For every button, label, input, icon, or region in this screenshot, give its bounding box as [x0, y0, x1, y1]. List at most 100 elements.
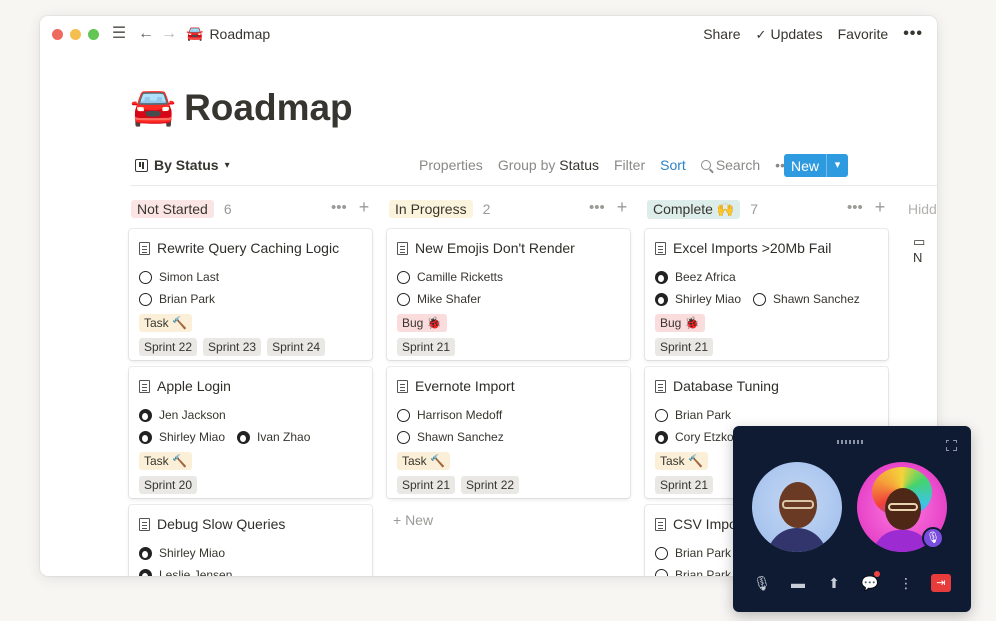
forward-arrow-icon[interactable]: → [160, 25, 178, 43]
drag-handle-icon[interactable] [837, 440, 863, 444]
status-badge[interactable]: Not Started [131, 200, 214, 218]
card-title-text: Rewrite Query Caching Logic [157, 240, 340, 256]
sprint-row: Sprint 21 [655, 336, 878, 358]
camera-icon[interactable]: ▬ [787, 574, 809, 592]
person-name: Brian Park [159, 292, 216, 306]
column-count: 6 [223, 201, 232, 217]
board-card[interactable]: Excel Imports >20Mb Fail Beez Africa Shi… [645, 229, 888, 360]
group-by-button[interactable]: Group by Status [498, 157, 599, 173]
assignee-row: Shirley Miao [139, 542, 362, 564]
new-card-button[interactable]: + New [393, 512, 433, 528]
assignee-row: Mike Shafer [397, 288, 620, 310]
minimize-window-button[interactable] [70, 29, 81, 40]
mic-icon[interactable]: 🎙 [751, 574, 773, 592]
close-window-button[interactable] [52, 29, 63, 40]
page-title[interactable]: 🚘 Roadmap [130, 86, 353, 129]
person: Mike Shafer [397, 292, 481, 306]
add-card-icon[interactable]: + [617, 198, 628, 216]
group-by-label: Group by [497, 157, 556, 173]
page-icon [655, 241, 666, 255]
avatar [139, 292, 152, 306]
card-title: Database Tuning [655, 377, 878, 395]
person: Shirley Miao [655, 292, 741, 306]
hidden-columns-header[interactable]: Hidde [908, 201, 937, 217]
card-title-text: Apple Login [157, 378, 231, 394]
board-card[interactable]: Rewrite Query Caching Logic Simon Last B… [129, 229, 372, 360]
share-button[interactable]: Share [703, 26, 740, 42]
sprint-row: Sprint 20 [139, 474, 362, 496]
view-selector[interactable]: By Status ▾ [135, 157, 230, 173]
status-badge[interactable]: Complete 🙌 [647, 199, 741, 219]
assignee-row: Harrison Medoff [397, 404, 620, 426]
menu-icon[interactable]: ☰ [110, 25, 128, 43]
card-title: Apple Login [139, 377, 362, 395]
new-button[interactable]: New ▾ [784, 154, 848, 177]
assignee-row: Brian Park [655, 404, 878, 426]
top-actions: Share ✓ Updates Favorite ••• [703, 25, 923, 43]
page-icon [139, 241, 150, 255]
back-arrow-icon[interactable]: ← [137, 25, 155, 43]
person-name: Ivan Zhao [257, 430, 311, 444]
notification-dot [874, 571, 880, 577]
video-call-panel[interactable]: 🎙 🎙 ▬ ⬆ 💬 ⋮ ⇥ [733, 426, 971, 612]
column-actions: ••• + [847, 198, 886, 216]
avatar-body [767, 528, 827, 552]
type-tag: Task 🔨 [139, 452, 192, 470]
database-toolbar: By Status ▾ Properties Group by Status F… [135, 154, 937, 179]
person: Shirley Miao [139, 430, 225, 444]
board-card[interactable]: New Emojis Don't Render Camille Ricketts… [387, 229, 630, 360]
breadcrumb[interactable]: 🚘 Roadmap [186, 25, 270, 42]
person: Shawn Sanchez [397, 430, 504, 444]
call-controls: 🎙 ▬ ⬆ 💬 ⋮ ⇥ [751, 571, 951, 592]
more-icon[interactable]: ⋮ [895, 574, 917, 592]
column-count: 7 [750, 201, 759, 217]
status-badge[interactable]: In Progress [389, 200, 473, 218]
updates-label: Updates [770, 25, 823, 42]
person-name: Brian Park [675, 546, 732, 560]
inbox-icon: ▭ [913, 234, 926, 249]
board-card[interactable]: Apple Login Jen Jackson Shirley Miao Iva… [129, 367, 372, 498]
more-options-icon[interactable]: ••• [589, 199, 605, 216]
more-options-icon[interactable]: ••• [331, 199, 347, 216]
sort-button[interactable]: Sort [660, 157, 686, 173]
screen-share-icon[interactable]: ⬆ [823, 574, 845, 592]
properties-button[interactable]: Properties [419, 157, 483, 173]
expand-icon[interactable] [944, 438, 958, 452]
page-icon [655, 517, 666, 531]
person-name: Mike Shafer [417, 292, 482, 306]
page-icon [139, 379, 150, 393]
search-icon [700, 160, 711, 170]
hidden-column-item[interactable]: ▭ N [913, 234, 937, 265]
search-label: Search [715, 157, 761, 173]
car-icon: 🚘 [186, 25, 204, 41]
more-options-icon[interactable]: ••• [847, 199, 863, 216]
maximize-window-button[interactable] [88, 29, 99, 40]
board-card[interactable]: Evernote Import Harrison Medoff Shawn Sa… [387, 367, 630, 498]
person-name: Shirley Miao [675, 292, 742, 306]
card-title: Debug Slow Queries [139, 515, 362, 533]
more-options-button[interactable]: ••• [903, 25, 923, 43]
chevron-down-icon[interactable]: ▾ [826, 154, 848, 177]
sprint-tag: Sprint 24 [267, 338, 326, 356]
column-header-not-started: Not Started 6 [131, 199, 232, 219]
person-name: Jen Jackson [159, 408, 226, 422]
person: Cory Etzko [655, 430, 734, 444]
top-bar: ☰ ← → 🚘 Roadmap Share ✓ Updates Favorite … [40, 16, 937, 52]
column-count: 2 [482, 201, 491, 217]
add-card-icon[interactable]: + [359, 198, 370, 216]
chat-icon[interactable]: 💬 [859, 571, 881, 592]
board-card[interactable]: Debug Slow Queries Shirley Miao Leslie J… [129, 505, 372, 576]
filter-button[interactable]: Filter [614, 157, 645, 173]
updates-button[interactable]: ✓ Updates [756, 26, 823, 43]
avatar [655, 270, 668, 284]
avatar [139, 270, 152, 284]
add-card-icon[interactable]: + [875, 198, 886, 216]
assignee-row: Leslie Jensen [139, 564, 362, 576]
avatar [139, 430, 152, 444]
search-button[interactable]: Search [700, 157, 761, 173]
favorite-button[interactable]: Favorite [838, 26, 889, 42]
leave-call-icon[interactable]: ⇥ [931, 574, 951, 592]
assignee-row: Shirley Miao Shawn Sanchez [655, 288, 878, 310]
person-name: Brian Park [675, 408, 732, 422]
sprint-tag: Sprint 22 [461, 476, 520, 494]
